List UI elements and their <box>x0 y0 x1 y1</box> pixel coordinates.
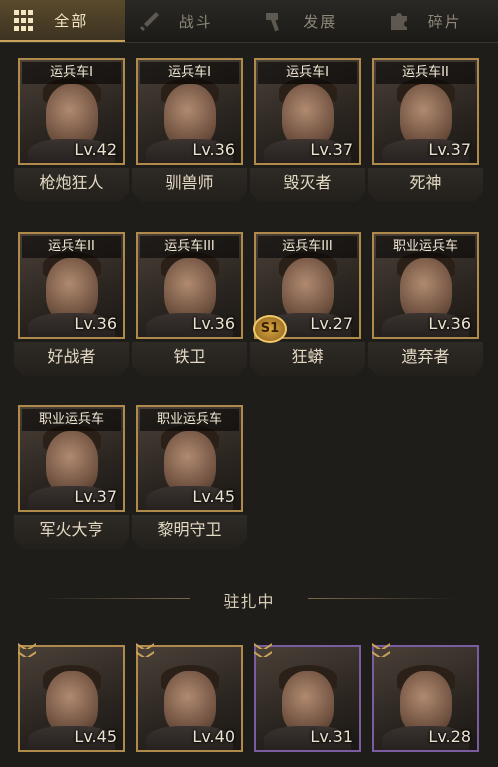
hero-portrait: 运兵车I Lv.36 <box>136 58 243 165</box>
hero-class: 运兵车I <box>258 62 357 84</box>
hero-class: 职业运兵车 <box>22 409 121 431</box>
hero-name: 黎明守卫 <box>132 515 247 549</box>
hero-level: Lv.45 <box>74 727 117 746</box>
tab-fragments[interactable]: 碎片 <box>374 0 498 42</box>
tab-label: 全部 <box>54 11 89 30</box>
rank-chevron-icon <box>16 641 38 667</box>
stationed-divider: 驻扎中 <box>0 580 498 616</box>
hero-name: 毁灭者 <box>250 168 365 202</box>
hero-portrait: 运兵车II Lv.36 <box>18 232 125 339</box>
hero-level: Lv.45 <box>192 487 235 506</box>
tab-combat[interactable]: 战斗 <box>125 0 250 42</box>
hero-class: 职业运兵车 <box>376 236 475 258</box>
hero-level: Lv.36 <box>428 314 471 333</box>
tab-all[interactable]: 全部 <box>0 0 125 42</box>
grid-icon <box>14 10 36 32</box>
hammer-icon <box>266 13 279 32</box>
rank-chevron-icon <box>134 641 156 667</box>
hero-level: Lv.28 <box>428 727 471 746</box>
hero-class: 运兵车III <box>258 236 357 258</box>
hero-class: 运兵车II <box>22 236 121 258</box>
hero-level: Lv.36 <box>192 140 235 159</box>
hero-level: Lv.37 <box>310 140 353 159</box>
hero-name: 驯兽师 <box>132 168 247 202</box>
rank-chevron-icon <box>370 641 392 667</box>
hero-portrait: 职业运兵车 Lv.37 <box>18 405 125 512</box>
hero-level: Lv.42 <box>74 140 117 159</box>
rank-chevron-icon <box>252 641 274 667</box>
hero-portrait: 运兵车III Lv.36 <box>136 232 243 339</box>
tab-label: 战斗 <box>178 12 213 31</box>
hero-class: 运兵车I <box>22 62 121 84</box>
stationed-title: 驻扎中 <box>223 592 275 611</box>
hero-level: Lv.36 <box>74 314 117 333</box>
hero-level: Lv.40 <box>192 727 235 746</box>
hero-level: Lv.37 <box>74 487 117 506</box>
hero-class: 运兵车III <box>140 236 239 258</box>
hero-portrait: 职业运兵车 Lv.45 <box>136 405 243 512</box>
hero-level: Lv.31 <box>310 727 353 746</box>
hero-class: 运兵车I <box>140 62 239 84</box>
hero-name: 铁卫 <box>132 342 247 376</box>
hero-portrait: 职业运兵车 Lv.36 <box>372 232 479 339</box>
tab-development[interactable]: 发展 <box>249 0 374 42</box>
hero-level: Lv.27 <box>310 314 353 333</box>
hero-name: 枪炮狂人 <box>14 168 129 202</box>
hero-class: 职业运兵车 <box>140 409 239 431</box>
hero-portrait: 运兵车I Lv.42 <box>18 58 125 165</box>
tab-label: 碎片 <box>427 12 462 31</box>
hero-level: Lv.36 <box>192 314 235 333</box>
season-badge: S1 <box>253 315 287 343</box>
sword-icon <box>139 12 159 31</box>
hero-class: 运兵车II <box>376 62 475 84</box>
hero-name: 狂蟒 <box>250 342 365 376</box>
hero-level: Lv.37 <box>428 140 471 159</box>
hero-name: 死神 <box>368 168 483 202</box>
hero-name: 好战者 <box>14 342 129 376</box>
hero-name: 军火大亨 <box>14 515 129 549</box>
tab-label: 发展 <box>303 12 338 31</box>
hero-portrait: 运兵车II Lv.37 <box>372 58 479 165</box>
hero-portrait: 运兵车I Lv.37 <box>254 58 361 165</box>
hero-name: 遗弃者 <box>368 342 483 376</box>
puzzle-icon <box>390 13 407 30</box>
tab-bar: 全部 战斗 发展 碎片 <box>0 0 498 43</box>
